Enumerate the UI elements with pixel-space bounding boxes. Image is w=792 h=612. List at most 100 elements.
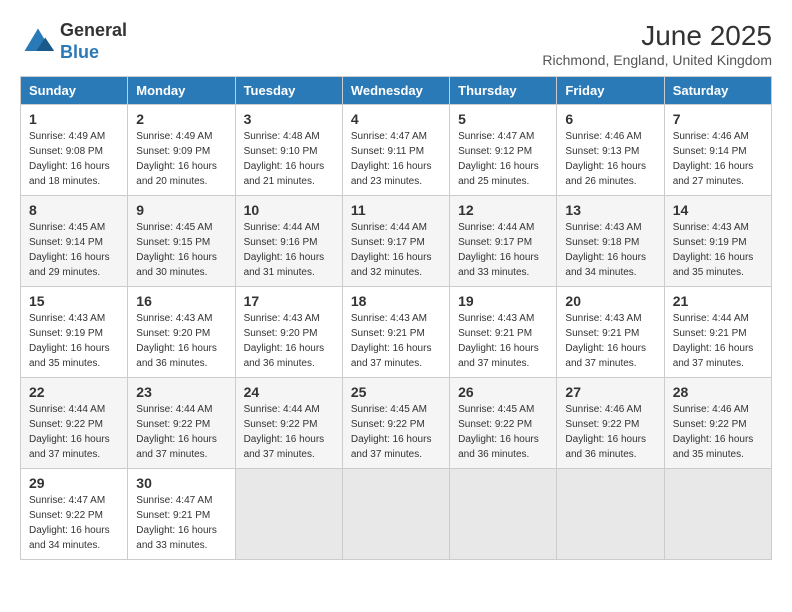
day-info: Sunrise: 4:43 AMSunset: 9:19 PMDaylight:… (29, 311, 119, 371)
day-number: 30 (136, 475, 226, 491)
day-number: 1 (29, 111, 119, 127)
col-saturday: Saturday (664, 77, 771, 105)
calendar-header-row: Sunday Monday Tuesday Wednesday Thursday… (21, 77, 772, 105)
day-number: 19 (458, 293, 548, 309)
day-number: 11 (351, 202, 441, 218)
calendar-week-row: 15Sunrise: 4:43 AMSunset: 9:19 PMDayligh… (21, 287, 772, 378)
table-row: 26 Sunrise: 4:45 AMSunset: 9:22 PMDayligh… (450, 378, 557, 469)
table-row: 27 Sunrise: 4:46 AMSunset: 9:22 PMDayligh… (557, 378, 664, 469)
calendar-table: Sunday Monday Tuesday Wednesday Thursday… (20, 76, 772, 560)
table-row: 11 Sunrise: 4:44 AMSunset: 9:17 PMDayligh… (342, 196, 449, 287)
day-number: 8 (29, 202, 119, 218)
table-row: 14 Sunrise: 4:43 AMSunset: 9:19 PMDayligh… (664, 196, 771, 287)
day-info: Sunrise: 4:47 AMSunset: 9:12 PMDaylight:… (458, 129, 548, 189)
calendar-week-row: 1Sunrise: 4:49 AMSunset: 9:08 PMDaylight… (21, 105, 772, 196)
logo: General Blue (20, 20, 127, 63)
day-number: 23 (136, 384, 226, 400)
day-info: Sunrise: 4:44 AMSunset: 9:16 PMDaylight:… (244, 220, 334, 280)
col-wednesday: Wednesday (342, 77, 449, 105)
day-number: 26 (458, 384, 548, 400)
day-number: 27 (565, 384, 655, 400)
day-info: Sunrise: 4:44 AMSunset: 9:22 PMDaylight:… (244, 402, 334, 462)
table-row (450, 469, 557, 560)
day-info: Sunrise: 4:47 AMSunset: 9:21 PMDaylight:… (136, 493, 226, 553)
day-number: 2 (136, 111, 226, 127)
day-number: 20 (565, 293, 655, 309)
table-row: 24Sunrise: 4:44 AMSunset: 9:22 PMDayligh… (235, 378, 342, 469)
table-row: 5 Sunrise: 4:47 AMSunset: 9:12 PMDaylight… (450, 105, 557, 196)
day-info: Sunrise: 4:43 AMSunset: 9:21 PMDaylight:… (565, 311, 655, 371)
day-info: Sunrise: 4:43 AMSunset: 9:19 PMDaylight:… (673, 220, 763, 280)
table-row: 29 Sunrise: 4:47 AMSunset: 9:22 PMDayligh… (21, 469, 128, 560)
day-number: 16 (136, 293, 226, 309)
day-number: 17 (244, 293, 334, 309)
location-subtitle: Richmond, England, United Kingdom (542, 52, 772, 68)
day-info: Sunrise: 4:43 AMSunset: 9:21 PMDaylight:… (458, 311, 548, 371)
table-row: 7 Sunrise: 4:46 AMSunset: 9:14 PMDaylight… (664, 105, 771, 196)
table-row: 13Sunrise: 4:43 AMSunset: 9:18 PMDayligh… (557, 196, 664, 287)
table-row: 3 Sunrise: 4:48 AMSunset: 9:10 PMDaylight… (235, 105, 342, 196)
table-row: 16 Sunrise: 4:43 AMSunset: 9:20 PMDayligh… (128, 287, 235, 378)
col-sunday: Sunday (21, 77, 128, 105)
table-row: 25 Sunrise: 4:45 AMSunset: 9:22 PMDayligh… (342, 378, 449, 469)
title-block: June 2025 Richmond, England, United King… (542, 20, 772, 68)
day-info: Sunrise: 4:44 AMSunset: 9:21 PMDaylight:… (673, 311, 763, 371)
day-info: Sunrise: 4:46 AMSunset: 9:14 PMDaylight:… (673, 129, 763, 189)
day-number: 28 (673, 384, 763, 400)
table-row: 21Sunrise: 4:44 AMSunset: 9:21 PMDayligh… (664, 287, 771, 378)
day-info: Sunrise: 4:43 AMSunset: 9:21 PMDaylight:… (351, 311, 441, 371)
day-info: Sunrise: 4:46 AMSunset: 9:22 PMDaylight:… (673, 402, 763, 462)
table-row: 15Sunrise: 4:43 AMSunset: 9:19 PMDayligh… (21, 287, 128, 378)
col-tuesday: Tuesday (235, 77, 342, 105)
table-row: 30 Sunrise: 4:47 AMSunset: 9:21 PMDayligh… (128, 469, 235, 560)
table-row (342, 469, 449, 560)
day-number: 3 (244, 111, 334, 127)
table-row: 1Sunrise: 4:49 AMSunset: 9:08 PMDaylight… (21, 105, 128, 196)
calendar-week-row: 29 Sunrise: 4:47 AMSunset: 9:22 PMDayligh… (21, 469, 772, 560)
day-number: 25 (351, 384, 441, 400)
day-number: 5 (458, 111, 548, 127)
day-info: Sunrise: 4:45 AMSunset: 9:15 PMDaylight:… (136, 220, 226, 280)
day-info: Sunrise: 4:49 AMSunset: 9:09 PMDaylight:… (136, 129, 226, 189)
day-number: 29 (29, 475, 119, 491)
day-info: Sunrise: 4:44 AMSunset: 9:22 PMDaylight:… (136, 402, 226, 462)
day-info: Sunrise: 4:48 AMSunset: 9:10 PMDaylight:… (244, 129, 334, 189)
calendar-week-row: 22 Sunrise: 4:44 AMSunset: 9:22 PMDayligh… (21, 378, 772, 469)
day-number: 14 (673, 202, 763, 218)
day-info: Sunrise: 4:44 AMSunset: 9:22 PMDaylight:… (29, 402, 119, 462)
day-number: 12 (458, 202, 548, 218)
table-row: 10 Sunrise: 4:44 AMSunset: 9:16 PMDayligh… (235, 196, 342, 287)
table-row (235, 469, 342, 560)
day-info: Sunrise: 4:46 AMSunset: 9:22 PMDaylight:… (565, 402, 655, 462)
table-row: 17Sunrise: 4:43 AMSunset: 9:20 PMDayligh… (235, 287, 342, 378)
col-thursday: Thursday (450, 77, 557, 105)
day-number: 13 (565, 202, 655, 218)
table-row: 22 Sunrise: 4:44 AMSunset: 9:22 PMDayligh… (21, 378, 128, 469)
day-number: 22 (29, 384, 119, 400)
table-row: 9 Sunrise: 4:45 AMSunset: 9:15 PMDaylight… (128, 196, 235, 287)
day-info: Sunrise: 4:45 AMSunset: 9:22 PMDaylight:… (458, 402, 548, 462)
day-number: 10 (244, 202, 334, 218)
day-number: 7 (673, 111, 763, 127)
day-info: Sunrise: 4:44 AMSunset: 9:17 PMDaylight:… (458, 220, 548, 280)
table-row: 12 Sunrise: 4:44 AMSunset: 9:17 PMDayligh… (450, 196, 557, 287)
day-info: Sunrise: 4:46 AMSunset: 9:13 PMDaylight:… (565, 129, 655, 189)
table-row (664, 469, 771, 560)
table-row: 18 Sunrise: 4:43 AMSunset: 9:21 PMDayligh… (342, 287, 449, 378)
day-info: Sunrise: 4:45 AMSunset: 9:22 PMDaylight:… (351, 402, 441, 462)
table-row: 19 Sunrise: 4:43 AMSunset: 9:21 PMDayligh… (450, 287, 557, 378)
logo-icon (20, 24, 56, 60)
day-number: 6 (565, 111, 655, 127)
day-info: Sunrise: 4:43 AMSunset: 9:20 PMDaylight:… (136, 311, 226, 371)
day-info: Sunrise: 4:44 AMSunset: 9:17 PMDaylight:… (351, 220, 441, 280)
day-number: 9 (136, 202, 226, 218)
page-header: General Blue June 2025 Richmond, England… (20, 20, 772, 68)
col-friday: Friday (557, 77, 664, 105)
day-info: Sunrise: 4:47 AMSunset: 9:22 PMDaylight:… (29, 493, 119, 553)
day-number: 18 (351, 293, 441, 309)
month-year-title: June 2025 (542, 20, 772, 52)
table-row: 8Sunrise: 4:45 AMSunset: 9:14 PMDaylight… (21, 196, 128, 287)
table-row: 6 Sunrise: 4:46 AMSunset: 9:13 PMDaylight… (557, 105, 664, 196)
logo-text: General Blue (60, 20, 127, 63)
table-row: 4Sunrise: 4:47 AMSunset: 9:11 PMDaylight… (342, 105, 449, 196)
